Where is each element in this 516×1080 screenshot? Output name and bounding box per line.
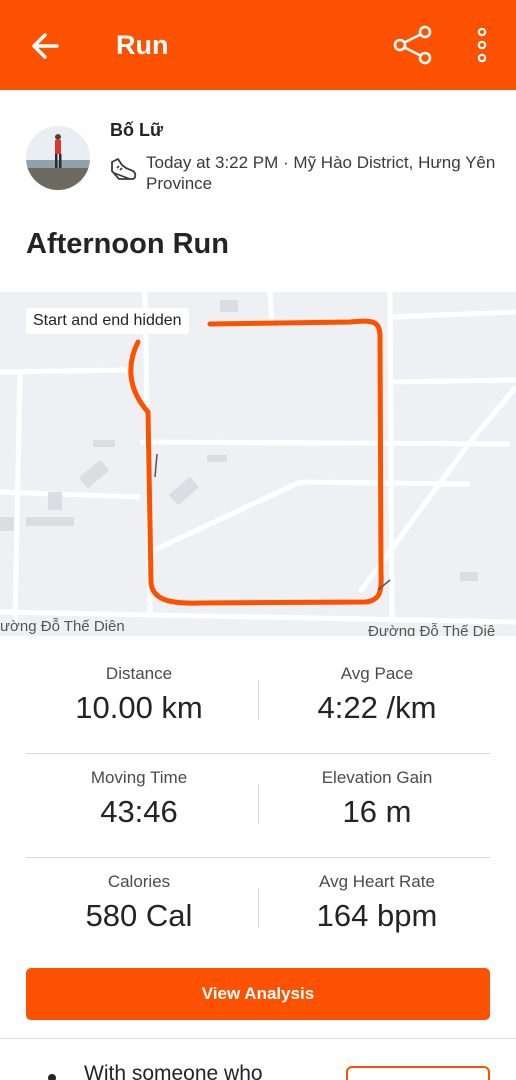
stat-value: 16 m: [342, 794, 412, 829]
stat-value: 580 Cal: [85, 898, 193, 933]
running-shoe-icon: [111, 158, 137, 180]
stat-label: Elevation Gain: [321, 768, 433, 787]
view-analysis-button[interactable]: View Analysis: [26, 968, 490, 1020]
stat-label: Calories: [107, 872, 171, 891]
stat-label: Avg Pace: [340, 664, 414, 683]
street-label: Đường Đỗ Thế Diê: [368, 623, 496, 636]
athlete-header: Bố Lữ Today at 3:22 PM · Mỹ Hào District…: [0, 112, 516, 202]
stat-value: 43:46: [100, 794, 178, 829]
stat-value: 4:22 /km: [317, 690, 437, 725]
stat-row: Distance 10.00 km Avg Pace 4:22 /km: [26, 650, 490, 754]
divider: [258, 680, 259, 720]
share-icon[interactable]: [392, 24, 434, 66]
divider: [258, 784, 259, 824]
route-map[interactable]: Start and end hidden ường Đỗ Thế Diên Đư…: [0, 292, 516, 636]
stat-label: Moving Time: [90, 768, 188, 787]
stat-value: 10.00 km: [75, 690, 203, 725]
stat-elevation-gain: Elevation Gain 16 m: [264, 768, 490, 830]
route-line: [128, 318, 384, 606]
stat-label: Distance: [105, 664, 173, 683]
athlete-name[interactable]: Bố Lữ: [110, 120, 163, 141]
stat-distance: Distance 10.00 km: [26, 664, 252, 726]
stat-avg-heart-rate: Avg Heart Rate 164 bpm: [264, 872, 490, 934]
app-bar: Run: [0, 0, 516, 90]
stat-label: Avg Heart Rate: [319, 872, 435, 891]
stat-avg-pace: Avg Pace 4:22 /km: [264, 664, 490, 726]
map-privacy-badge: Start and end hidden: [26, 308, 189, 334]
avatar[interactable]: [26, 126, 90, 190]
with-someone-prompt: With someone who: [0, 1040, 516, 1080]
street-label: ường Đỗ Thế Diên: [0, 618, 125, 635]
stat-calories: Calories 580 Cal: [26, 872, 252, 934]
activity-meta: Today at 3:22 PM · Mỹ Hào District, Hưng…: [146, 153, 496, 193]
stat-moving-time: Moving Time 43:46: [26, 768, 252, 830]
bullet-icon: [48, 1074, 56, 1080]
back-arrow-icon[interactable]: [26, 28, 66, 64]
with-someone-text: With someone who: [84, 1062, 263, 1080]
more-vertical-icon[interactable]: [470, 24, 494, 66]
divider: [258, 888, 259, 928]
stat-row: Calories 580 Cal Avg Heart Rate 164 bpm: [26, 858, 490, 962]
stat-value: 164 bpm: [316, 898, 438, 933]
add-others-button[interactable]: [346, 1066, 490, 1080]
map-canvas: [0, 292, 516, 625]
divider: [0, 1038, 516, 1039]
page-title: Run: [116, 30, 169, 60]
activity-title: Afternoon Run: [26, 228, 229, 260]
stat-row: Moving Time 43:46 Elevation Gain 16 m: [26, 754, 490, 858]
